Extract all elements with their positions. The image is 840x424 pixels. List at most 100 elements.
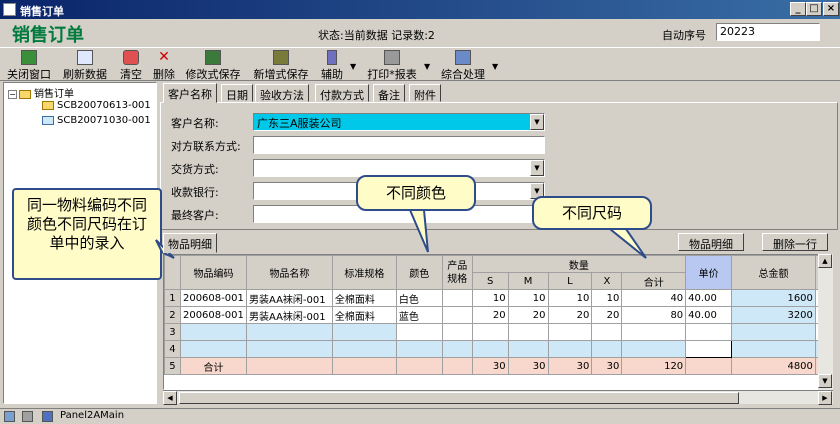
assist-button[interactable]: 辅助 <box>318 50 346 81</box>
cell-name[interactable] <box>245 340 333 358</box>
cell-size-l[interactable] <box>547 323 593 341</box>
close-window-button[interactable]: 关闭窗口 <box>4 50 54 81</box>
cell-code[interactable]: 200608-001 <box>179 289 247 307</box>
cell-color[interactable] <box>395 323 443 341</box>
window-titlebar[interactable]: 销售订单 _ □ × <box>0 0 840 19</box>
delete-label: 删除 <box>153 68 175 81</box>
table-row[interactable]: 2 200608-001 男装AA袜闲-001 全棉面料 蓝色 20 20 20… <box>164 306 832 324</box>
col-size-m[interactable]: M <box>507 272 549 290</box>
assist-icon <box>327 50 337 65</box>
cell-size-m[interactable]: 10 <box>507 289 549 307</box>
cell-size-l[interactable] <box>547 340 593 358</box>
cell-spec[interactable]: 全棉面料 <box>331 306 397 324</box>
cell-spec[interactable]: 全棉面料 <box>331 289 397 307</box>
vertical-scrollbar[interactable]: ▲ ▼ <box>818 254 833 390</box>
col-sum[interactable]: 合计 <box>621 272 687 290</box>
collapse-icon[interactable]: − <box>8 89 17 99</box>
print-report-button[interactable]: 打印*报表 <box>364 50 420 81</box>
scroll-down-icon[interactable]: ▼ <box>818 374 832 388</box>
cell-price[interactable]: 40.00 <box>685 306 733 324</box>
clear-button[interactable]: 清空 <box>116 50 146 81</box>
tab-remark[interactable]: 备注 <box>373 84 405 102</box>
cell-product-spec[interactable] <box>441 323 473 341</box>
cell-code[interactable] <box>179 323 247 341</box>
table-row[interactable]: 4 <box>164 340 832 358</box>
cell-name[interactable] <box>245 323 333 341</box>
cell-size-m[interactable] <box>507 323 549 341</box>
cell-price[interactable] <box>685 323 733 341</box>
chevron-down-icon[interactable]: ▼ <box>530 114 544 130</box>
cell-spec[interactable] <box>331 323 397 341</box>
minimize-button[interactable]: _ <box>790 2 806 16</box>
cell-size-s[interactable]: 10 <box>471 289 509 307</box>
cell-name[interactable]: 男装AA袜闲-001 <box>245 289 333 307</box>
cell-size-s[interactable]: 20 <box>471 306 509 324</box>
cell-size-m[interactable]: 20 <box>507 306 549 324</box>
horizontal-scrollbar[interactable]: ◀ ▶ <box>163 390 833 405</box>
cell-price-editing[interactable] <box>685 340 733 358</box>
modify-save-button[interactable]: 修改式保存 <box>182 50 244 81</box>
cell-product-spec[interactable] <box>441 289 473 307</box>
cell-size-l[interactable]: 20 <box>547 306 593 324</box>
cell-size-x[interactable]: 10 <box>591 289 623 307</box>
cell-color[interactable]: 白色 <box>395 289 443 307</box>
item-detail-button[interactable]: 物品明细 <box>678 233 744 251</box>
tab-attachment[interactable]: 附件 <box>409 84 441 102</box>
contact-field[interactable] <box>253 136 545 154</box>
assist-dropdown-icon[interactable]: ▼ <box>350 62 356 71</box>
cell-code[interactable] <box>179 340 247 358</box>
tab-acceptance[interactable]: 验收方法 <box>255 84 309 102</box>
col-spec[interactable]: 标准规格 <box>331 255 397 290</box>
cell-spec[interactable] <box>331 340 397 358</box>
col-product-spec[interactable]: 产品规格 <box>441 255 473 290</box>
cell-name[interactable]: 男装AA袜闲-001 <box>245 306 333 324</box>
tree-root[interactable]: − 销售订单 <box>8 85 74 100</box>
refresh-button[interactable]: 刷新数据 <box>60 50 110 81</box>
process-dropdown-icon[interactable]: ▼ <box>492 62 498 71</box>
col-amount[interactable]: 总金额 <box>731 255 816 290</box>
col-color[interactable]: 颜色 <box>395 255 443 290</box>
new-save-button[interactable]: 新增式保存 <box>250 50 312 81</box>
tab-date[interactable]: 日期 <box>221 84 253 102</box>
cell-price[interactable]: 40.00 <box>685 289 733 307</box>
cell-size-s[interactable] <box>471 340 509 358</box>
scroll-left-icon[interactable]: ◀ <box>163 391 177 405</box>
tab-customer[interactable]: 客户名称 <box>163 83 217 103</box>
maximize-button[interactable]: □ <box>806 2 822 16</box>
col-size-s[interactable]: S <box>471 272 509 290</box>
scroll-right-icon[interactable]: ▶ <box>818 391 832 405</box>
cell-color[interactable] <box>395 340 443 358</box>
close-button[interactable]: × <box>823 2 839 16</box>
scroll-up-icon[interactable]: ▲ <box>818 254 832 268</box>
scroll-thumb[interactable] <box>179 392 739 404</box>
tab-item-detail[interactable]: 物品明细 <box>163 233 217 253</box>
col-size-x[interactable]: X <box>591 272 623 290</box>
print-dropdown-icon[interactable]: ▼ <box>424 62 430 71</box>
col-price[interactable]: 单价 <box>685 255 733 290</box>
cell-color[interactable]: 蓝色 <box>395 306 443 324</box>
table-row[interactable]: 3 <box>164 323 832 341</box>
cell-size-x[interactable] <box>591 323 623 341</box>
col-quantity[interactable]: 数量 <box>471 255 687 273</box>
seq-input[interactable]: 20223 <box>716 23 820 41</box>
table-row[interactable]: 1 200608-001 男装AA袜闲-001 全棉面料 白色 10 10 10… <box>164 289 832 307</box>
chevron-down-icon[interactable]: ▼ <box>530 160 544 176</box>
cell-size-x[interactable] <box>591 340 623 358</box>
cell-product-spec[interactable] <box>441 306 473 324</box>
col-name[interactable]: 物品名称 <box>245 255 333 290</box>
col-code[interactable]: 物品编码 <box>179 255 247 290</box>
col-size-l[interactable]: L <box>547 272 593 290</box>
delete-button[interactable]: ✕ 删除 <box>150 50 178 81</box>
delete-row-button[interactable]: 删除一行 <box>762 233 828 251</box>
tab-payment[interactable]: 付款方式 <box>315 84 369 102</box>
cell-product-spec[interactable] <box>441 340 473 358</box>
customer-select[interactable]: 广东三A服装公司 ▼ <box>253 113 545 131</box>
cell-size-l[interactable]: 10 <box>547 289 593 307</box>
cell-size-s[interactable] <box>471 323 509 341</box>
cell-size-x[interactable]: 20 <box>591 306 623 324</box>
tree-item-order-1[interactable]: SCB20070613-001 <box>42 100 151 111</box>
tree-item-order-2[interactable]: SCB20071030-001 <box>42 115 151 126</box>
cell-size-m[interactable] <box>507 340 549 358</box>
cell-code[interactable]: 200608-001 <box>179 306 247 324</box>
process-button[interactable]: 综合处理 <box>438 50 488 81</box>
